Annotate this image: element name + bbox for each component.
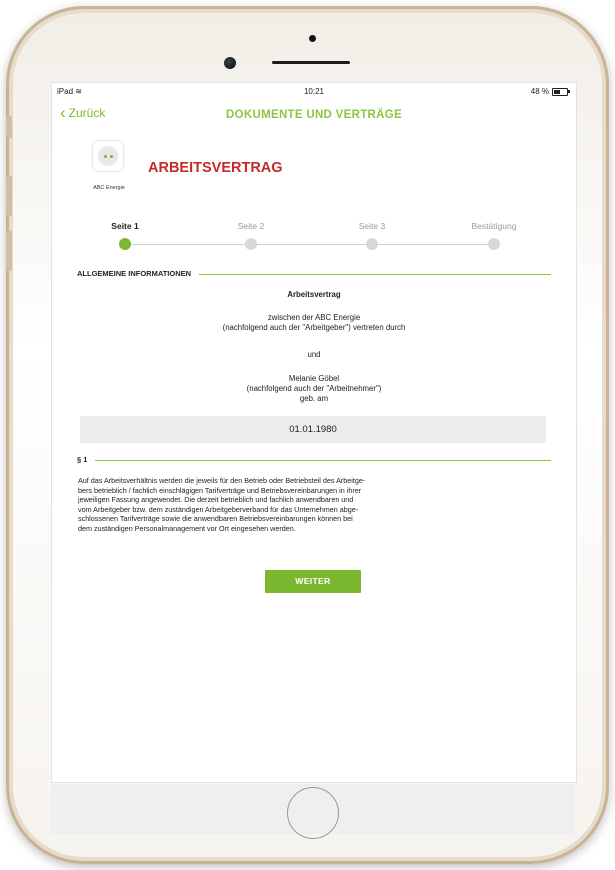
born-label: geb. am <box>299 394 329 403</box>
company-logo: ABC Energie <box>88 141 130 201</box>
next-button[interactable]: WEITER <box>265 570 361 593</box>
mute-switch <box>6 116 12 138</box>
top-sensor <box>309 35 316 42</box>
paragraph-line: schlossenen Tarifverträge sowie die anwe… <box>78 514 353 524</box>
step-indicator <box>366 238 378 250</box>
document-title: ARBEITSVERTRAG <box>148 160 283 176</box>
step-label: Seite 2 <box>237 221 265 231</box>
step-indicator <box>488 238 500 250</box>
app-screen: iPad ≋ 10:21 48 % ‹ Zurück DOKUMENTE UND… <box>51 82 577 783</box>
step-indicator <box>119 238 131 250</box>
section-title: ALLGEMEINE INFORMATIONEN <box>77 269 200 278</box>
step-seite-1[interactable]: Seite 1 <box>85 221 165 250</box>
section-general-info: ALLGEMEINE INFORMATIONEN <box>77 269 551 281</box>
step-seite-2[interactable]: Seite 2 <box>211 221 291 250</box>
section-title: § 1 <box>77 455 96 464</box>
volume-up-button <box>6 176 12 216</box>
birth-date-field[interactable]: 01.01.1980 <box>80 416 546 443</box>
battery-percent: 48 % <box>530 87 549 96</box>
employee-note: (nachfolgend auch der "Arbeitnehmer") <box>246 384 382 393</box>
paragraph-line: Auf das Arbeitsverhältnis werden die jew… <box>78 476 366 485</box>
step-seite-3[interactable]: Seite 3 <box>332 221 412 250</box>
step-label: Seite 3 <box>358 221 386 231</box>
status-time: 10:21 <box>303 87 325 96</box>
step-indicator <box>245 238 257 250</box>
paragraph-line: jeweiligen Fassung angewendet. Die derze… <box>78 495 354 505</box>
step-bestaetigung[interactable]: Bestätigung <box>454 221 534 250</box>
paragraph-line: bers betrieblich / fachlich einschlägige… <box>78 485 362 495</box>
socket-icon <box>93 141 123 171</box>
status-battery: 48 % <box>530 87 570 96</box>
battery-icon <box>552 87 570 96</box>
volume-down-button <box>6 231 12 271</box>
employee-name: Melanie Göbel <box>288 374 340 383</box>
step-label: Bestätigung <box>471 221 517 231</box>
paragraph-line: vom Arbeitgeber bzw. dem zuständigen Arb… <box>78 504 359 514</box>
earpiece-speaker <box>272 61 350 64</box>
home-button[interactable] <box>287 787 339 839</box>
contract-heading: Arbeitsvertrag <box>287 290 341 299</box>
employer-line: zwischen der ABC Energie <box>267 313 361 322</box>
logo-text: ABC Energie <box>93 185 125 191</box>
page-title: DOKUMENTE UND VERTRÄGE <box>226 109 402 121</box>
paragraph-text: Auf das Arbeitsverhältnis werden die jew… <box>78 476 508 534</box>
paragraph-line: dem zuständigen Personalmanagement vor O… <box>78 523 296 533</box>
front-camera-icon <box>224 57 236 69</box>
employer-note: (nachfolgend auch der "Arbeitgeber") ver… <box>222 323 406 332</box>
stepper-line <box>124 244 496 245</box>
section-divider <box>77 460 551 461</box>
and-text: und <box>307 350 321 359</box>
section-paragraph-1: § 1 <box>77 455 551 467</box>
step-label: Seite 1 <box>111 221 139 231</box>
progress-stepper: Seite 1 Seite 2 Seite 3 Bestätigung <box>52 221 576 261</box>
navigation-bar: ‹ Zurück DOKUMENTE UND VERTRÄGE <box>52 103 576 123</box>
status-bar: iPad ≋ 10:21 48 % <box>52 83 576 99</box>
